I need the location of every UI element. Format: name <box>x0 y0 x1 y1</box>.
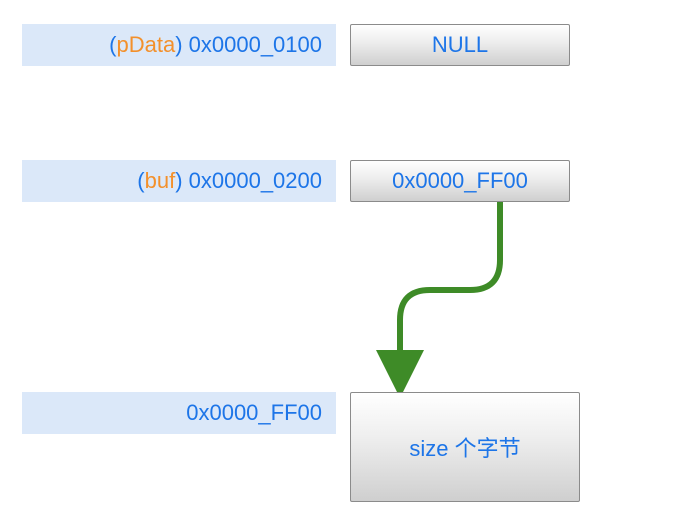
addr-target: 0x0000_FF00 <box>186 400 322 426</box>
label-target-addr: 0x0000_FF00 <box>22 392 336 434</box>
memory-block: size 个字节 <box>350 392 580 502</box>
memory-block-label: size 个字节 <box>409 431 520 463</box>
